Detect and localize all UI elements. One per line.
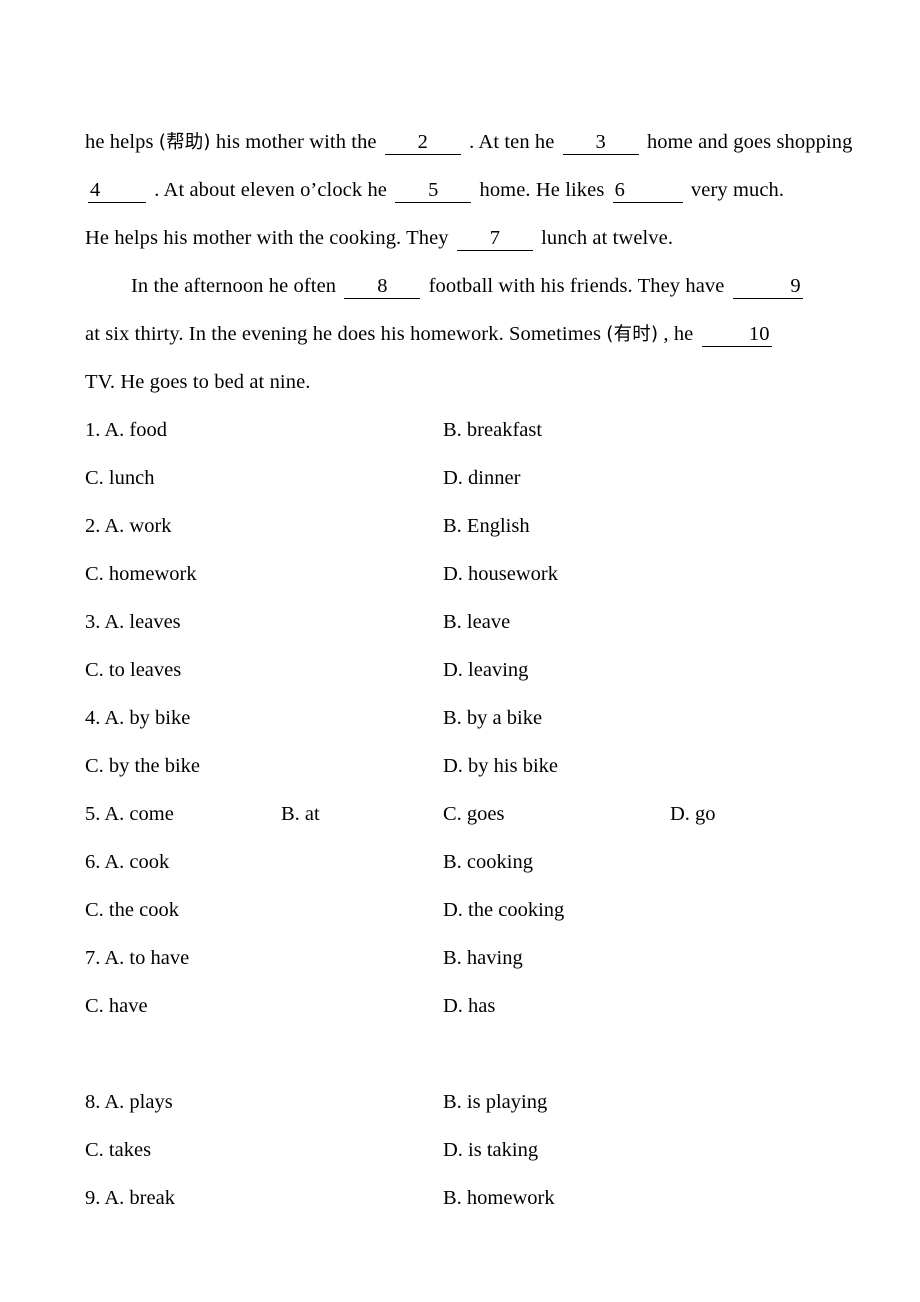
option-choice-left[interactable]: 1. A. food xyxy=(85,406,167,454)
blank-9[interactable]: 9 xyxy=(732,275,803,299)
option-choice-b[interactable]: B. at xyxy=(281,790,320,838)
option-choice-right[interactable]: B. English xyxy=(443,502,530,550)
option-row: C. lunch D. dinner xyxy=(85,454,915,502)
option-choice-left[interactable]: C. homework xyxy=(85,550,197,598)
passage-text: football with his friends. They have xyxy=(428,275,725,297)
blank-2[interactable]: 2 xyxy=(384,131,461,155)
option-row: 8. A. plays B. is playing xyxy=(85,1078,915,1126)
passage-line: In the afternoon he often 8 football wit… xyxy=(85,262,915,310)
passage-line: he helps (帮助) his mother with the 2 . At… xyxy=(85,118,915,166)
passage-text: . At ten he xyxy=(469,131,555,153)
option-row-four-column: 5. A. come B. at C. goes D. go xyxy=(85,790,915,838)
answer-options-list: 1. A. food B. breakfast C. lunch D. dinner 2… xyxy=(85,406,915,1222)
option-row: C. have D. has xyxy=(85,982,915,1030)
chinese-gloss: (帮助) xyxy=(158,132,211,153)
passage-text: very much. xyxy=(690,179,785,201)
vertical-spacer xyxy=(85,1030,915,1078)
passage-text: In the afternoon he often xyxy=(131,275,337,297)
blank-6[interactable]: 6 xyxy=(612,179,683,203)
blank-8[interactable]: 8 xyxy=(344,275,421,299)
option-choice-left[interactable]: 2. A. work xyxy=(85,502,172,550)
option-choice-left[interactable]: 9. A. break xyxy=(85,1174,175,1222)
option-choice-right[interactable]: D. dinner xyxy=(443,454,520,502)
option-choice-left[interactable]: 7. A. to have xyxy=(85,934,189,982)
option-choice-right[interactable]: D. by his bike xyxy=(443,742,558,790)
option-choice-right[interactable]: D. is taking xyxy=(443,1126,538,1174)
option-row: C. homework D. housework xyxy=(85,550,915,598)
worksheet-page: he helps (帮助) his mother with the 2 . At… xyxy=(0,0,920,1302)
passage-line: He helps his mother with the cooking. Th… xyxy=(85,214,915,262)
cloze-passage: he helps (帮助) his mother with the 2 . At… xyxy=(85,118,915,406)
option-row: 1. A. food B. breakfast xyxy=(85,406,915,454)
option-choice-left[interactable]: 8. A. plays xyxy=(85,1078,173,1126)
option-choice-right[interactable]: B. leave xyxy=(443,598,510,646)
passage-text: He helps his mother with the cooking. Th… xyxy=(85,227,449,249)
option-choice-right[interactable]: B. breakfast xyxy=(443,406,542,454)
option-row: C. the cook D. the cooking xyxy=(85,886,915,934)
option-row: 7. A. to have B. having xyxy=(85,934,915,982)
blank-4[interactable]: 4 xyxy=(88,179,146,203)
option-row: C. takes D. is taking xyxy=(85,1126,915,1174)
option-choice-right[interactable]: B. homework xyxy=(443,1174,555,1222)
option-choice-left[interactable]: C. have xyxy=(85,982,148,1030)
passage-line: at six thirty. In the evening he does hi… xyxy=(85,310,915,358)
passage-line: TV. He goes to bed at nine. xyxy=(85,358,915,406)
passage-text: at six thirty. In the evening he does hi… xyxy=(85,323,602,345)
passage-text: his mother with the xyxy=(215,131,377,153)
option-choice-left[interactable]: 4. A. by bike xyxy=(85,694,190,742)
option-row: C. by the bike D. by his bike xyxy=(85,742,915,790)
blank-7[interactable]: 7 xyxy=(456,227,533,251)
passage-text: home. He likes xyxy=(479,179,605,201)
option-choice-a[interactable]: 5. A. come xyxy=(85,790,174,838)
option-choice-right[interactable]: D. the cooking xyxy=(443,886,564,934)
passage-text: TV. He goes to bed at nine. xyxy=(85,371,311,393)
option-row: 6. A. cook B. cooking xyxy=(85,838,915,886)
passage-text: goes shopping xyxy=(733,131,853,153)
option-choice-right[interactable]: D. leaving xyxy=(443,646,528,694)
option-row: 9. A. break B. homework xyxy=(85,1174,915,1222)
option-choice-right[interactable]: B. is playing xyxy=(443,1078,547,1126)
option-choice-left[interactable]: 6. A. cook xyxy=(85,838,169,886)
option-choice-left[interactable]: 3. A. leaves xyxy=(85,598,181,646)
option-row: C. to leaves D. leaving xyxy=(85,646,915,694)
passage-text: home and xyxy=(646,131,729,153)
option-row: 2. A. work B. English xyxy=(85,502,915,550)
blank-3[interactable]: 3 xyxy=(562,131,639,155)
passage-text: . At about eleven o’clock he xyxy=(154,179,388,201)
option-choice-left[interactable]: C. lunch xyxy=(85,454,154,502)
option-choice-left[interactable]: C. to leaves xyxy=(85,646,181,694)
option-choice-right[interactable]: D. housework xyxy=(443,550,558,598)
option-choice-right[interactable]: B. having xyxy=(443,934,523,982)
option-choice-left[interactable]: C. the cook xyxy=(85,886,179,934)
blank-10[interactable]: 10 xyxy=(701,323,772,347)
option-choice-c[interactable]: C. goes xyxy=(443,790,505,838)
option-row: 3. A. leaves B. leave xyxy=(85,598,915,646)
passage-text: , he xyxy=(663,323,694,345)
option-choice-right[interactable]: B. by a bike xyxy=(443,694,542,742)
passage-text: lunch at twelve. xyxy=(541,227,674,249)
chinese-gloss: (有时) xyxy=(606,324,659,345)
option-choice-right[interactable]: D. has xyxy=(443,982,495,1030)
option-choice-left[interactable]: C. takes xyxy=(85,1126,151,1174)
option-choice-left[interactable]: C. by the bike xyxy=(85,742,200,790)
option-choice-right[interactable]: B. cooking xyxy=(443,838,533,886)
option-choice-d[interactable]: D. go xyxy=(670,790,716,838)
blank-5[interactable]: 5 xyxy=(395,179,472,203)
passage-line: 4 . At about eleven o’clock he 5 home. H… xyxy=(85,166,915,214)
passage-text: he helps xyxy=(85,131,154,153)
option-row: 4. A. by bike B. by a bike xyxy=(85,694,915,742)
